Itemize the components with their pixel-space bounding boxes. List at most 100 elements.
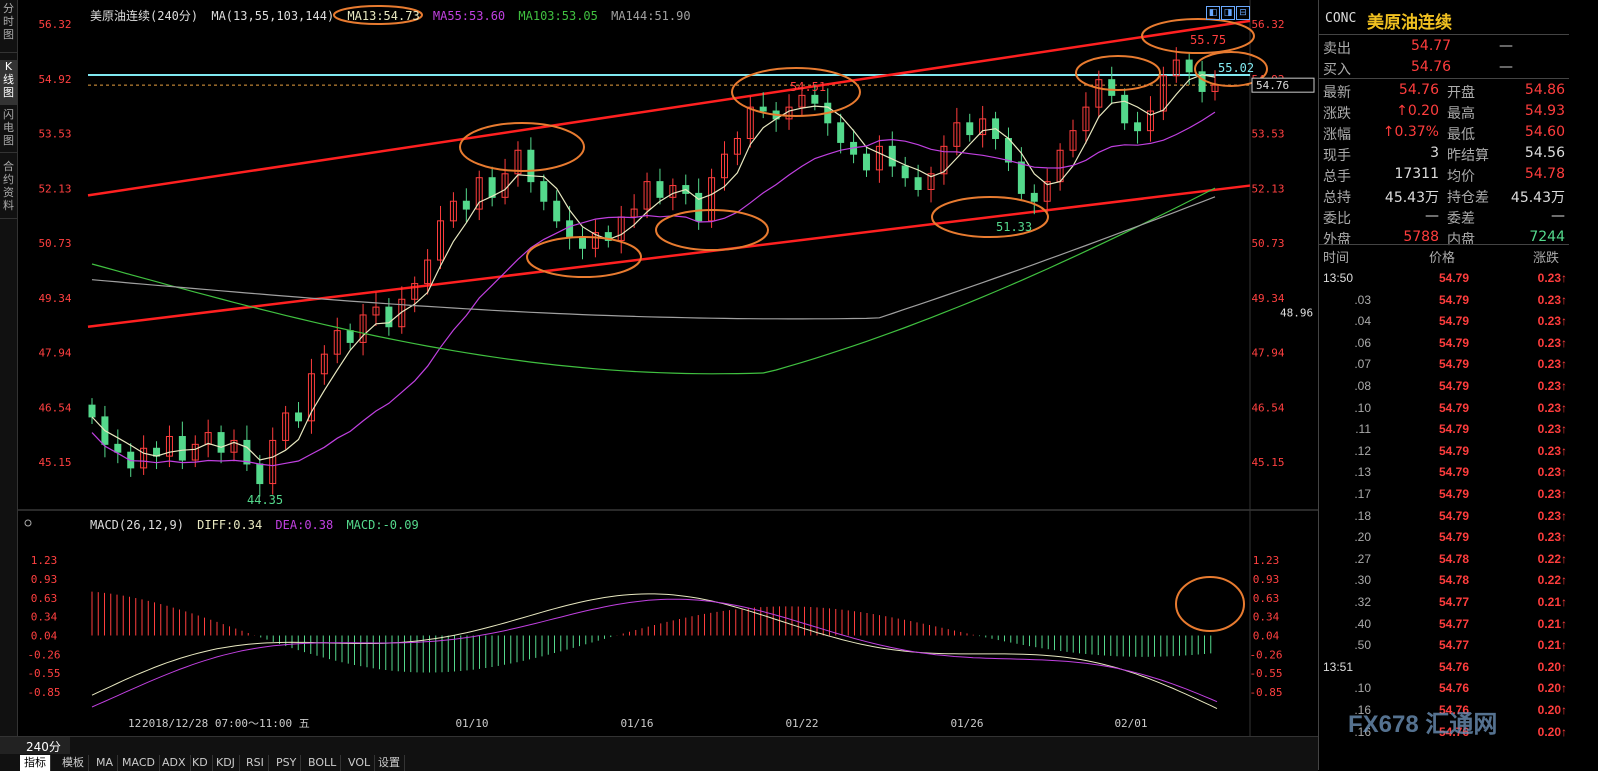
kline-chart[interactable]: 56.3256.3254.9254.9253.5353.5352.1352.13… <box>0 0 1318 740</box>
trade-price: 54.76 <box>1438 659 1469 674</box>
candle-body <box>295 412 303 422</box>
macd-tick-left: 0.63 <box>31 592 58 605</box>
candle-body <box>488 177 496 198</box>
period-box[interactable]: 240分 <box>0 737 70 754</box>
indicator-tab-kd[interactable]: KD <box>188 755 213 771</box>
ma-spec: MA(13,55,103,144) <box>211 9 335 23</box>
indicator-tab-rsi[interactable]: RSI <box>242 755 269 771</box>
low-label: 44.35 <box>247 493 283 507</box>
candle-body <box>759 106 767 112</box>
macd-tick-left: 1.23 <box>31 554 58 567</box>
trade-row: .03 54.79 0.23↑ <box>1319 289 1569 311</box>
price-tick-right: 46.54 <box>1251 401 1284 414</box>
stat-value: 3 <box>1430 145 1439 161</box>
price-tick-left: 54.92 <box>38 73 71 86</box>
trade-row: .12 54.79 0.23↑ <box>1319 440 1569 462</box>
trade-row: .17 54.79 0.23↑ <box>1319 483 1569 505</box>
price-tick-left: 52.13 <box>38 182 71 195</box>
price-tick-right: 56.32 <box>1251 18 1284 31</box>
trade-row: .11 54.79 0.23↑ <box>1319 418 1569 440</box>
price-tick-right: 52.13 <box>1251 182 1284 195</box>
ma13-line <box>91 74 1216 461</box>
indicator-tab-adx[interactable]: ADX <box>158 755 191 771</box>
quote-stat-row: 委比 — 委差 — <box>1319 206 1569 227</box>
indicator-tab-模板[interactable]: 模板 <box>58 755 89 771</box>
indicator-tab-boll[interactable]: BOLL <box>304 755 342 771</box>
indicator-tab-macd[interactable]: MACD <box>118 755 160 771</box>
trade-price: 54.77 <box>1438 616 1469 631</box>
panel-toggle-icon[interactable]: ⊟ <box>1236 6 1250 20</box>
candle-body <box>1017 161 1025 194</box>
col-price: 价格 <box>1429 251 1456 266</box>
trade-row: .13 54.79 0.23↑ <box>1319 461 1569 483</box>
price-tick-left: 45.15 <box>38 456 71 469</box>
candle-body <box>888 145 896 167</box>
trade-row: 13:50 54.79 0.23↑ <box>1319 267 1569 289</box>
ma55-value: MA55:53.60 <box>432 9 506 23</box>
quote-name: 美原油连续 <box>1367 13 1452 33</box>
candle-body <box>540 181 548 202</box>
trade-time: .03 <box>1354 292 1371 307</box>
macd-tick-left: 0.34 <box>31 610 58 623</box>
trade-price: 54.78 <box>1438 551 1469 566</box>
stat-label: 涨跌 <box>1323 106 1351 122</box>
indicator-tab-kdj[interactable]: KDJ <box>212 755 240 771</box>
macd-tick-right: 0.04 <box>1253 630 1280 643</box>
x-tick: 01/22 <box>785 717 818 730</box>
trade-time: .30 <box>1354 573 1371 588</box>
trade-price: 54.77 <box>1438 595 1469 609</box>
stat-value: 45.43万 <box>1510 190 1565 206</box>
trade-change: 0.23↑ <box>1537 271 1567 285</box>
trade-time: .11 <box>1355 422 1371 437</box>
stat-label: 现手 <box>1323 148 1351 164</box>
trade-time: .08 <box>1354 379 1371 393</box>
trade-change: 0.23↑ <box>1537 357 1567 372</box>
col-time: 时间 <box>1323 251 1350 266</box>
zoom-out-icon[interactable]: ◧ <box>1206 6 1220 20</box>
trade-change: 0.22↑ <box>1537 573 1567 588</box>
trade-price: 54.79 <box>1438 379 1469 393</box>
indicator-tab-vol[interactable]: VOL <box>344 755 376 771</box>
stat-value: 54.76 <box>1398 82 1439 98</box>
macd-tick-left: -0.26 <box>27 649 60 662</box>
sell-row: 卖出 54.77 — <box>1319 36 1569 57</box>
indicator-tab-ma[interactable]: MA <box>92 755 119 771</box>
watermark: FX678 汇通网 <box>1348 711 1498 738</box>
trend-upper <box>87 19 1251 197</box>
indicator-tab-指标[interactable]: 指标 <box>20 755 51 771</box>
candle-body <box>901 165 909 179</box>
candle-body <box>243 439 251 465</box>
stat-label: 总持 <box>1323 190 1351 206</box>
trade-change: 0.23↑ <box>1537 314 1567 329</box>
trade-row: .40 54.77 0.21↑ <box>1319 613 1569 635</box>
trade-change: 0.23↑ <box>1537 335 1567 350</box>
trade-price: 54.79 <box>1438 271 1469 285</box>
trade-price: 54.79 <box>1438 508 1469 523</box>
trade-change: 0.23↑ <box>1537 465 1567 480</box>
trade-time: .13 <box>1354 465 1371 480</box>
trade-row: .10 54.79 0.23↑ <box>1319 397 1569 419</box>
trade-row: .50 54.77 0.21↑ <box>1319 634 1569 656</box>
trade-change: 0.23↑ <box>1537 487 1567 501</box>
trade-row: .04 54.79 0.23↑ <box>1319 310 1569 332</box>
price-tick-right: 50.73 <box>1251 237 1284 250</box>
candle-body <box>566 220 574 238</box>
trade-row: .20 54.79 0.23↑ <box>1319 526 1569 548</box>
ma-value-tag: 48.96 <box>1280 307 1313 320</box>
sell-label: 卖出 <box>1323 41 1351 57</box>
indicator-tab-psy[interactable]: PSY <box>272 755 302 771</box>
candle-body <box>811 94 819 104</box>
x-tick: 01/26 <box>950 717 983 730</box>
chart-title: 美原油连续(240分) <box>90 9 199 23</box>
quote-stat-row: 涨幅 ↑0.37% 最低 54.60 <box>1319 122 1569 143</box>
stat-label: 最新 <box>1323 85 1351 101</box>
candle-body <box>385 306 393 328</box>
price-tick-right: 45.15 <box>1251 456 1284 469</box>
trade-time: .27 <box>1354 551 1371 566</box>
stat-value: 54.93 <box>1524 103 1565 119</box>
indicator-tab-设置[interactable]: 设置 <box>374 755 405 771</box>
annotation-circle <box>1075 55 1161 91</box>
candle-body <box>462 200 470 210</box>
zoom-in-icon[interactable]: ◨ <box>1221 6 1235 20</box>
trade-price: 54.77 <box>1438 638 1469 653</box>
